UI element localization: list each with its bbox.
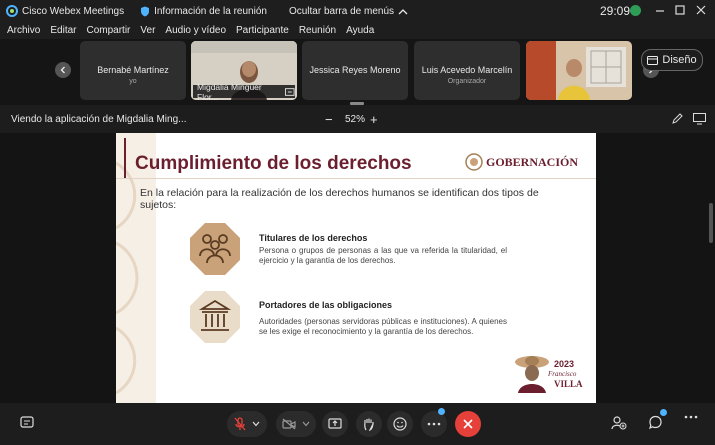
menu-compartir[interactable]: Compartir [86,25,130,36]
control-bar [0,403,715,445]
participant-strip: Bernabé Martínez yo Migdalia Mingüer Flo… [0,39,715,105]
chevron-left-icon [60,66,65,74]
participant-name: Jessica Reyes Moreno [309,65,401,75]
zoom-in-button[interactable]: + [370,112,378,127]
status-icon [630,5,641,16]
participant-tile[interactable]: Jessica Reyes Moreno [302,41,408,100]
title-divider [116,178,596,179]
mute-button[interactable] [227,411,267,437]
participant-name: Luis Acevedo Marcelín [421,65,513,75]
chevron-down-icon [252,421,260,427]
more-icon [427,422,441,426]
layout-icon [647,55,659,65]
menu-participante[interactable]: Participante [236,25,289,36]
strip-prev-button[interactable] [55,62,71,78]
shield-icon [141,6,150,16]
menu-bar: Archivo Editar Compartir Ver Audio y víd… [0,22,715,39]
share-view-icon[interactable] [693,113,706,125]
vertical-scrollbar[interactable] [709,203,713,243]
hide-menu-button[interactable]: Ocultar barra de menús [289,6,408,17]
leave-meeting-button[interactable] [455,411,481,437]
emoji-icon [393,417,407,431]
emblem-name-last: VILLA [554,379,583,389]
participant-video [526,41,632,100]
participant-name: Bernabé Martínez [97,65,169,75]
participant-name: Migdalia Mingüer Flor... [197,81,262,101]
meeting-timer: 29:09 [600,4,631,18]
chevron-down-icon [302,421,310,427]
screen-share-icon [285,87,295,96]
share-screen-icon [328,418,342,429]
people-group-icon [190,223,240,275]
layout-button[interactable]: Diseño [641,49,703,71]
reactions-button[interactable] [387,411,413,437]
app-title: Cisco Webex Meetings [6,5,124,17]
institution-building-icon [190,291,240,343]
title-bar: Cisco Webex Meetings Información de la r… [0,0,715,22]
participant-tile-active[interactable]: Migdalia Mingüer Flor... [191,41,297,100]
item-body: Autoridades (personas servidoras pública… [259,317,507,336]
maximize-icon[interactable] [675,5,685,15]
emblem-name-first: Francisco [548,370,577,378]
item-heading: Portadores de las obligaciones [259,300,393,310]
more-panels-icon[interactable] [684,415,698,419]
menu-archivo[interactable]: Archivo [7,25,40,36]
menu-ayuda[interactable]: Ayuda [346,25,374,36]
presentation-slide: Cumplimiento de los derechos GOBERNACIÓN… [116,133,596,403]
chat-notification-dot [660,409,667,416]
chat-panel-icon[interactable] [20,416,34,430]
more-options-button[interactable] [421,411,447,437]
camera-off-icon [282,418,296,430]
menu-audio-video[interactable]: Audio y vídeo [165,25,226,36]
participants-panel-icon[interactable] [611,415,627,430]
hide-menu-label: Ocultar barra de menús [288,5,395,17]
participant-tile[interactable] [526,41,632,100]
close-icon [463,419,473,429]
slide-title: Cumplimiento de los derechos [135,153,412,174]
participant-tile[interactable]: Luis Acevedo Marcelín Organizador [414,41,520,100]
video-button[interactable] [276,411,316,437]
emblem-year: 2023 [554,359,575,369]
emblem-portrait-icon [515,356,549,393]
chevron-up-icon [398,8,408,14]
shared-content-area: Cumplimiento de los derechos GOBERNACIÓN… [0,133,715,403]
menu-ver[interactable]: Ver [140,25,155,36]
zoom-level: 52% [345,114,366,125]
gobernacion-logo: GOBERNACIÓN [465,153,578,171]
microphone-muted-icon [234,417,246,431]
participant-tile[interactable]: Bernabé Martínez yo [80,41,186,100]
seal-icon [465,153,483,171]
notification-dot [438,408,445,415]
share-info-bar: Viendo la aplicación de Migdalia Ming...… [0,105,715,133]
layout-label: Diseño [662,54,697,66]
raise-hand-button[interactable] [356,411,382,437]
zoom-out-button[interactable]: − [325,112,333,127]
app-name: Cisco Webex Meetings [22,5,125,17]
close-icon[interactable] [696,5,706,15]
annotate-icon[interactable] [671,113,683,125]
item-heading: Titulares de los derechos [259,233,368,243]
chat-icon[interactable] [648,415,663,430]
participant-label-bar: Migdalia Mingüer Flor... [193,81,295,101]
hand-icon [364,418,374,431]
item-body: Persona o grupos de personas a las que v… [259,246,507,265]
menu-reunion[interactable]: Reunión [299,25,336,36]
francisco-villa-emblem: 2023 Francisco VILLA [512,353,590,395]
meeting-info-button[interactable]: Información de la reunión [140,6,267,17]
minimize-icon[interactable] [655,4,665,16]
logo-text: GOBERNACIÓN [486,154,579,169]
share-button[interactable] [322,411,348,437]
meeting-info-label: Información de la reunión [154,5,267,17]
participant-subtitle: Organizador [447,78,487,85]
viewing-label: Viendo la aplicación de Migdalia Ming... [11,114,187,125]
slide-intro: En la relación para la realización de lo… [140,187,539,211]
webex-logo-icon [6,5,18,17]
participant-subtitle: yo [129,78,137,85]
menu-editar[interactable]: Editar [50,25,76,36]
